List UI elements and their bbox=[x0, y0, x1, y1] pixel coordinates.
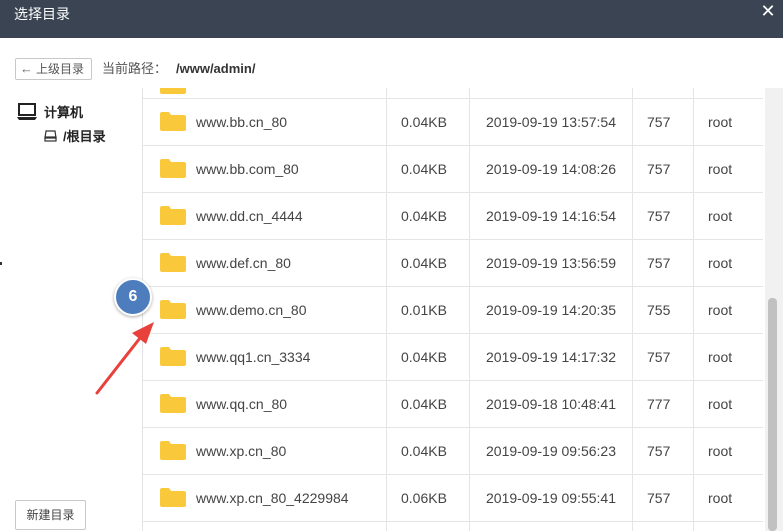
table-row[interactable]: www.bb.cn_80 0.04KB 2019-09-19 13:57:54 … bbox=[143, 99, 763, 146]
file-name: www.demo.cn_80 bbox=[196, 302, 307, 318]
file-size: 0.04KB bbox=[401, 255, 447, 271]
disk-icon bbox=[44, 129, 57, 142]
file-modified: 2019-09-18 10:48:41 bbox=[486, 396, 616, 412]
file-permission: 757 bbox=[647, 349, 671, 365]
file-name: www.bb.cn_80 bbox=[196, 114, 288, 130]
table-row[interactable]: www.def.cn_80 0.04KB 2019-09-19 13:56:59… bbox=[143, 240, 763, 287]
file-size: 0.04KB bbox=[401, 161, 447, 177]
folder-icon bbox=[160, 394, 186, 413]
tree-item-computer-label: 计算机 bbox=[44, 105, 84, 120]
folder-icon bbox=[160, 488, 186, 507]
file-permission: 757 bbox=[647, 490, 671, 506]
close-icon[interactable]: ✕ bbox=[759, 2, 777, 20]
current-path-label: 当前路径： bbox=[102, 61, 168, 76]
file-name: www.dd.cn_4444 bbox=[196, 208, 303, 224]
file-modified: 2019-09-19 14:20:35 bbox=[486, 302, 616, 318]
file-owner: root bbox=[708, 302, 733, 318]
file-name: www.def.cn_80 bbox=[196, 255, 291, 271]
file-modified: 2019-09-19 09:55:41 bbox=[486, 490, 616, 506]
table-row[interactable]: www.xp.cn_80 0.04KB 2019-09-19 09:56:23 … bbox=[143, 428, 763, 475]
table-row[interactable]: www.dd.cn_4444 0.04KB 2019-09-19 14:16:5… bbox=[143, 193, 763, 240]
file-list: www.bb.cn_80 0.04KB 2019-09-19 13:57:54 … bbox=[142, 88, 783, 531]
file-size: 0.04KB bbox=[401, 208, 447, 224]
file-owner: root bbox=[708, 255, 733, 271]
file-permission: 755 bbox=[647, 302, 671, 318]
file-name: www.bb.com_80 bbox=[196, 161, 299, 177]
parent-directory-button[interactable]: ← 上级目录 bbox=[15, 58, 92, 80]
file-size: 0.06KB bbox=[401, 490, 447, 506]
file-name: www.qq.cn_80 bbox=[196, 396, 288, 412]
step-number-badge: 6 bbox=[114, 278, 152, 316]
file-modified: 2019-09-19 14:17:32 bbox=[486, 349, 616, 365]
edge-mark bbox=[0, 262, 2, 265]
table-row[interactable] bbox=[143, 88, 763, 99]
folder-icon bbox=[160, 300, 186, 319]
file-owner: root bbox=[708, 349, 733, 365]
table-row[interactable]: www.qq1.cn_3334 0.04KB 2019-09-19 14:17:… bbox=[143, 334, 763, 381]
file-owner: root bbox=[708, 443, 733, 459]
file-modified: 2019-09-19 14:16:54 bbox=[486, 208, 616, 224]
tree-item-root-dir[interactable]: /根目录 bbox=[44, 126, 106, 145]
dialog-titlebar: 选择目录 ✕ bbox=[0, 0, 783, 38]
table-row[interactable]: www.xp.cn_80_4229984 0.06KB 2019-09-19 0… bbox=[143, 475, 763, 522]
folder-icon bbox=[160, 159, 186, 178]
folder-icon bbox=[160, 347, 186, 366]
file-owner: root bbox=[708, 396, 733, 412]
file-owner: root bbox=[708, 208, 733, 224]
table-row[interactable]: www.demo.cn_80 0.01KB 2019-09-19 14:20:3… bbox=[143, 287, 763, 334]
toolbar: ← 上级目录 当前路径： /www/admin/ bbox=[0, 38, 783, 88]
file-owner: root bbox=[708, 161, 733, 177]
file-size: 0.04KB bbox=[401, 396, 447, 412]
file-permission: 757 bbox=[647, 208, 671, 224]
folder-icon bbox=[160, 441, 186, 460]
file-size: 0.01KB bbox=[401, 302, 447, 318]
file-name: www.xp.cn_80_4229984 bbox=[196, 490, 349, 506]
file-permission: 757 bbox=[647, 443, 671, 459]
current-path-value: /www/admin/ bbox=[176, 61, 256, 76]
file-permission: 777 bbox=[647, 396, 671, 412]
scrollbar-thumb[interactable] bbox=[768, 298, 777, 531]
computer-icon bbox=[17, 102, 37, 120]
file-owner: root bbox=[708, 490, 733, 506]
file-name: www.xp.cn_80 bbox=[196, 443, 287, 459]
folder-icon bbox=[160, 206, 186, 225]
folder-icon bbox=[160, 253, 186, 272]
file-modified: 2019-09-19 09:56:23 bbox=[486, 443, 616, 459]
tree-item-computer[interactable]: 计算机 bbox=[16, 102, 83, 121]
folder-icon bbox=[160, 88, 186, 94]
file-owner: root bbox=[708, 114, 733, 130]
file-size: 0.04KB bbox=[401, 114, 447, 130]
parent-directory-label: 上级目录 bbox=[36, 62, 85, 76]
arrow-left-icon: ← bbox=[20, 61, 33, 76]
file-modified: 2019-09-19 13:57:54 bbox=[486, 114, 616, 130]
dialog-title: 选择目录 bbox=[14, 6, 70, 22]
table-row[interactable]: www.bb.com_80 0.04KB 2019-09-19 14:08:26… bbox=[143, 146, 763, 193]
table-row[interactable]: www.qq.cn_80 0.04KB 2019-09-18 10:48:41 … bbox=[143, 381, 763, 428]
file-permission: 757 bbox=[647, 161, 671, 177]
file-modified: 2019-09-19 13:56:59 bbox=[486, 255, 616, 271]
file-modified: 2019-09-19 14:08:26 bbox=[486, 161, 616, 177]
file-size: 0.04KB bbox=[401, 349, 447, 365]
tree-item-root-dir-label: /根目录 bbox=[63, 129, 106, 144]
file-name: www.qq1.cn_3334 bbox=[196, 349, 311, 365]
folder-icon bbox=[160, 112, 186, 131]
file-permission: 757 bbox=[647, 114, 671, 130]
file-size: 0.04KB bbox=[401, 443, 447, 459]
new-folder-button[interactable]: 新建目录 bbox=[15, 500, 86, 530]
file-permission: 757 bbox=[647, 255, 671, 271]
